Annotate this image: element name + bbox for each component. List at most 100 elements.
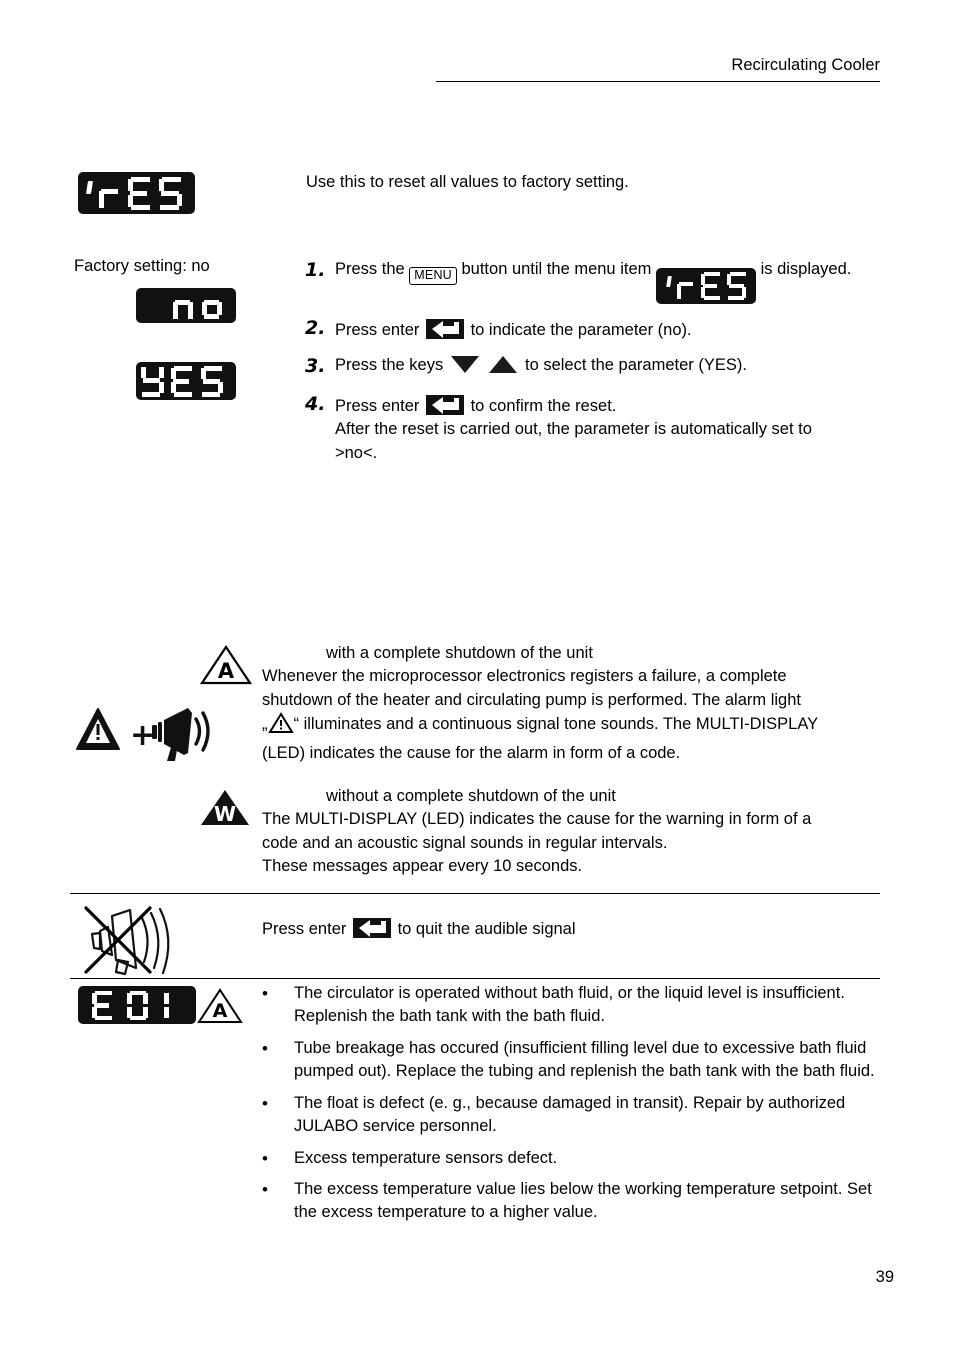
- list-item: • The circulator is operated without bat…: [262, 982, 887, 1029]
- triangle-w-filled-icon: W: [201, 790, 249, 826]
- page-header: Recirculating Cooler: [436, 56, 880, 82]
- step3-text-before: Press the keys: [335, 356, 444, 375]
- reset-intro-text: Use this to reset all values to factory …: [306, 173, 629, 191]
- led-segments-yes: [141, 366, 224, 397]
- step1-text-before: Press the: [335, 260, 405, 278]
- alarm-paragraph-line-4: (LED) indicates the cause for the alarm …: [262, 743, 681, 762]
- step-number: 1.: [305, 259, 326, 281]
- enter-key-svg: [352, 918, 391, 938]
- triangle-a-outline-icon: A: [197, 988, 243, 1023]
- step4-text-before: Press enter: [335, 397, 420, 416]
- step4-extra-line-1: After the reset is carried out, the para…: [335, 420, 812, 439]
- alarm-paragraph-line-3: „ “ illuminates and a continuous signal …: [262, 712, 892, 741]
- segment-digit-E: [92, 990, 113, 1020]
- led-segments-error: [92, 990, 170, 1020]
- led-display-no: [136, 288, 236, 323]
- list-item: • The excess temperature value lies belo…: [262, 1178, 887, 1225]
- alarm-paragraph-line-2: shutdown of the heater and circulating p…: [262, 690, 801, 709]
- list-item-text: Excess temperature sensors defect.: [294, 1148, 558, 1167]
- bullet-icon: •: [262, 984, 268, 1003]
- reset-steps-list: 1. Press the MENU button until the menu …: [305, 258, 905, 477]
- menu-button[interactable]: MENU: [409, 267, 457, 286]
- step2-text-before: Press enter: [335, 321, 420, 339]
- step-text: Press enter to confirm the reset. After …: [335, 392, 905, 465]
- svg-text:+: +: [130, 718, 155, 753]
- warning-megaphone-combo-icon: +: [74, 703, 214, 765]
- led-segments: [85, 177, 183, 210]
- tick-mark-icon: [666, 276, 672, 287]
- led-segments-inline: [666, 272, 747, 300]
- segment-digit-e: [700, 272, 721, 300]
- step-number: 2.: [305, 317, 326, 339]
- inline-warning-triangle-icon: [267, 712, 294, 741]
- step-number: 3.: [305, 355, 326, 378]
- enter-key-icon[interactable]: [351, 915, 393, 941]
- bullet-icon: •: [262, 1148, 268, 1168]
- segment-digit-r: [676, 273, 695, 299]
- list-item: • The float is defect (e. g., because da…: [262, 1092, 887, 1139]
- step-item-1: 1. Press the MENU button until the menu …: [305, 258, 905, 304]
- manual-page: Recirculating Cooler Use this to reset a…: [0, 0, 954, 1351]
- step-text: Press the keys to select the parameter (…: [335, 354, 905, 377]
- step4-text-after: to confirm the reset.: [470, 397, 617, 416]
- segment-digit-s: [726, 272, 747, 300]
- enter-key-icon[interactable]: [424, 392, 466, 418]
- triangle-warning-small-icon: [267, 712, 294, 734]
- triangle-a-outline-icon: A: [199, 645, 253, 685]
- alarm-paragraph-line-1: Whenever the microprocessor electronics …: [262, 667, 787, 686]
- segment-digit-n: [173, 293, 195, 319]
- page-number: 39: [875, 1268, 894, 1286]
- alarm-text-block: with a complete shutdown of the unit Whe…: [262, 642, 892, 765]
- error-causes-list: • The circulator is operated without bat…: [262, 982, 887, 1233]
- warning-paragraph-line-2: code and an acoustic signal sounds in re…: [262, 833, 668, 852]
- warning-text-block: without a complete shutdown of the unit …: [262, 785, 892, 879]
- crossed-megaphone-icon: [84, 906, 170, 976]
- warning-paragraph-line-1: The MULTI-DISPLAY (LED) indicates the ca…: [262, 810, 812, 829]
- alarm-symbol-a: A: [199, 645, 253, 685]
- segment-digit-1: [162, 991, 170, 1020]
- bullet-icon: •: [262, 1179, 268, 1199]
- step-number: 4.: [305, 393, 326, 416]
- step2-text-after: to indicate the parameter (no).: [470, 321, 692, 339]
- led-display-yes: [136, 362, 236, 400]
- svg-text:W: W: [214, 802, 236, 826]
- mute-speaker-icon: [78, 900, 183, 978]
- segment-digit-r: [99, 178, 121, 208]
- error-symbol-a: A: [197, 988, 243, 1024]
- step-item-4: 4. Press enter to confirm the reset. Aft…: [305, 392, 905, 465]
- led-display-error-code: [78, 986, 196, 1024]
- list-item: • Excess temperature sensors defect.: [262, 1147, 887, 1170]
- arrow-down-key-icon[interactable]: [450, 356, 479, 374]
- alarm-paragraph-line-3-after: illuminates and a continuous signal tone…: [299, 715, 819, 734]
- warning-heading: without a complete shutdown of the unit: [326, 787, 616, 805]
- led-segments-no: [173, 293, 224, 319]
- warning-paragraph-line-3: These messages appear every 10 seconds.: [262, 857, 583, 876]
- enter-key-svg: [425, 319, 464, 339]
- list-item-text: The circulator is operated without bath …: [294, 984, 845, 1026]
- step-item-2: 2. Press enter to indicate the parameter…: [305, 316, 905, 342]
- audible-signal-text: Press enter to quit the audible signal: [262, 915, 862, 941]
- warning-symbol-w: W: [200, 789, 250, 827]
- divider-bottom: [70, 978, 880, 979]
- step4-extra-line-2: >no<.: [335, 443, 378, 462]
- svg-text:A: A: [213, 1000, 228, 1022]
- step1-text-mid: button until the menu item: [461, 260, 652, 278]
- step-item-3: 3. Press the keys to select the paramete…: [305, 354, 905, 380]
- enter-key-icon[interactable]: [424, 316, 466, 342]
- bullet-icon: •: [262, 1038, 268, 1058]
- segment-digit-s2: [201, 366, 224, 397]
- led-display-res: [78, 172, 195, 214]
- arrow-up-key-icon[interactable]: [489, 356, 518, 374]
- list-item-text: Tube breakage has occured (insufficient …: [294, 1038, 875, 1081]
- step-text: Press the MENU button until the menu ite…: [335, 258, 905, 304]
- factory-setting-label: Factory setting: no: [74, 257, 210, 275]
- list-item-text: The float is defect (e. g., because dama…: [294, 1093, 846, 1136]
- divider-top: [70, 893, 880, 894]
- list-item: • Tube breakage has occured (insufficien…: [262, 1037, 887, 1084]
- led-display-res-inline: [655, 268, 756, 304]
- enter-key-svg: [425, 395, 464, 416]
- alarm-plus-speaker-icon: +: [76, 708, 210, 761]
- step3-text-after: to select the parameter (YES).: [525, 356, 747, 375]
- bullet-icon: •: [262, 1093, 268, 1113]
- step-text: Press enter to indicate the parameter (n…: [335, 316, 905, 342]
